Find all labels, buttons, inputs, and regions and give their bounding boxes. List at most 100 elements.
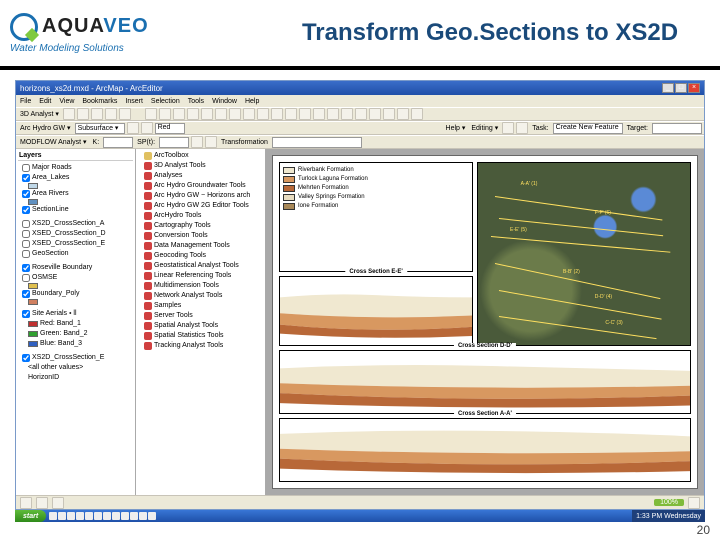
menu-bookmarks[interactable]: Bookmarks [82,98,117,105]
layer-label[interactable]: Area Rivers [32,189,69,199]
toolbox-item[interactable]: 3D Analyst Tools [138,161,263,171]
measure-icon[interactable] [383,108,395,120]
zoom-out-icon[interactable] [299,108,311,120]
layer-check[interactable] [22,164,30,172]
tb-icon[interactable] [91,108,103,120]
print-icon[interactable] [187,108,199,120]
menu-file[interactable]: File [20,98,31,105]
layer-check[interactable] [22,240,30,248]
toolbox-item[interactable]: ArcHydro Tools [138,211,263,221]
menu-insert[interactable]: Insert [125,98,143,105]
ql-icon[interactable] [67,512,75,520]
layer-check[interactable] [22,230,30,238]
layer-check[interactable] [22,220,30,228]
tb-icon[interactable] [77,108,89,120]
toolbox-item[interactable]: Linear Referencing Tools [138,271,263,281]
add-data-icon[interactable] [271,108,283,120]
layer-label[interactable]: XSED_CrossSection_D [32,229,106,239]
toolbox-item[interactable]: Analyses [138,171,263,181]
layer-label[interactable]: Roseville Boundary [32,263,92,273]
input-sp[interactable] [159,137,189,148]
toolbox-item[interactable]: Spatial Statistics Tools [138,331,263,341]
sel-subsurface[interactable]: Subsurface ▾ [75,123,125,134]
toolbox-item[interactable]: Arc Hydro Groundwater Tools [138,181,263,191]
zoom-in-icon[interactable] [285,108,297,120]
cut-icon[interactable] [201,108,213,120]
redo-icon[interactable] [257,108,269,120]
lbl-help[interactable]: Help ▾ [444,124,468,132]
ql-icon[interactable] [49,512,57,520]
ql-icon[interactable] [112,512,120,520]
full-extent-icon[interactable] [327,108,339,120]
layer-label[interactable]: SectionLine [32,205,69,215]
paste-icon[interactable] [229,108,241,120]
layer-check[interactable] [22,354,30,362]
layer-label[interactable]: XS2D_CrossSection_A [32,219,104,229]
save-icon[interactable] [173,108,185,120]
lbl-modflow[interactable]: MODFLOW Analyst ▾ [18,138,89,146]
start-button[interactable]: start [15,510,46,522]
input-color[interactable]: Red [155,123,185,134]
layer-label[interactable]: Area_Lakes [32,173,69,183]
tb-icon[interactable] [141,122,153,134]
layer-label[interactable]: XSED_CrossSection_E [32,239,105,249]
layer-check[interactable] [22,264,30,272]
map-frame[interactable]: A-A' (1) F-F' (6) E-E' (5) B-B' (2) D-D'… [477,162,691,346]
ql-icon[interactable] [58,512,66,520]
tb-3danalyst[interactable]: 3D Analyst ▾ [18,110,61,118]
toolbox-item[interactable]: Tracking Analyst Tools [138,341,263,351]
tb-icon[interactable] [119,108,131,120]
tb-icon[interactable] [205,136,217,148]
identify-icon[interactable] [355,108,367,120]
layer-check[interactable] [22,174,30,182]
toolbox-item[interactable]: Arc Hydro GW − Horizons arch [138,191,263,201]
toolbox-item[interactable]: Geostatistical Analyst Tools [138,261,263,271]
sel-tx[interactable] [272,137,362,148]
snap-icon[interactable] [688,497,700,509]
layer-check[interactable] [22,250,30,258]
lbl-editing[interactable]: Editing ▾ [469,124,500,132]
menu-selection[interactable]: Selection [151,98,180,105]
copy-icon[interactable] [215,108,227,120]
toolbox-item[interactable]: Spatial Analyst Tools [138,321,263,331]
ql-icon[interactable] [85,512,93,520]
menu-window[interactable]: Window [212,98,237,105]
sketch-icon[interactable] [516,122,528,134]
catalog-icon[interactable] [411,108,423,120]
find-icon[interactable] [369,108,381,120]
toolbox-root[interactable]: ArcToolbox [154,151,189,161]
layer-sub[interactable]: HorizonID [28,373,59,383]
layout-view-icon[interactable] [36,497,48,509]
layer-label[interactable]: OSMSE [32,273,57,283]
menu-help[interactable]: Help [245,98,259,105]
data-view-icon[interactable] [20,497,32,509]
layer-label[interactable]: XS2D_CrossSection_E [32,353,104,363]
layer-sub[interactable]: <all other values> [28,363,83,373]
toolbox-item[interactable]: Data Management Tools [138,241,263,251]
layer-check[interactable] [22,290,30,298]
toc-panel[interactable]: Layers Major Roads Area_Lakes Area River… [16,149,136,495]
toolbox-item[interactable]: Server Tools [138,311,263,321]
ql-icon[interactable] [76,512,84,520]
menu-tools[interactable]: Tools [188,98,204,105]
layer-check[interactable] [22,310,30,318]
ql-icon[interactable] [94,512,102,520]
window-titlebar[interactable]: horizons_xs2d.mxd - ArcMap - ArcEditor _… [16,81,704,95]
toolbox-icon[interactable] [397,108,409,120]
arctoolbox-panel[interactable]: ArcToolbox 3D Analyst ToolsAnalysesArc H… [136,149,266,495]
layer-check[interactable] [22,274,30,282]
toolbox-item[interactable]: Samples [138,301,263,311]
layer-label[interactable]: Boundary_Poly [32,289,79,299]
sel-task[interactable]: Create New Feature [553,123,623,134]
quicklaunch[interactable] [46,512,159,520]
ql-icon[interactable] [103,512,111,520]
toolbox-item[interactable]: Arc Hydro GW 2G Editor Tools [138,201,263,211]
minimize-button[interactable]: _ [662,83,674,93]
new-icon[interactable] [145,108,157,120]
lbl-archydro[interactable]: Arc Hydro GW ▾ [18,124,73,132]
select-icon[interactable] [341,108,353,120]
windows-taskbar[interactable]: start 1:33 PM Wednesday [15,510,705,522]
toolbox-item[interactable]: Multidimension Tools [138,281,263,291]
edit-pointer-icon[interactable] [502,122,514,134]
ql-icon[interactable] [130,512,138,520]
